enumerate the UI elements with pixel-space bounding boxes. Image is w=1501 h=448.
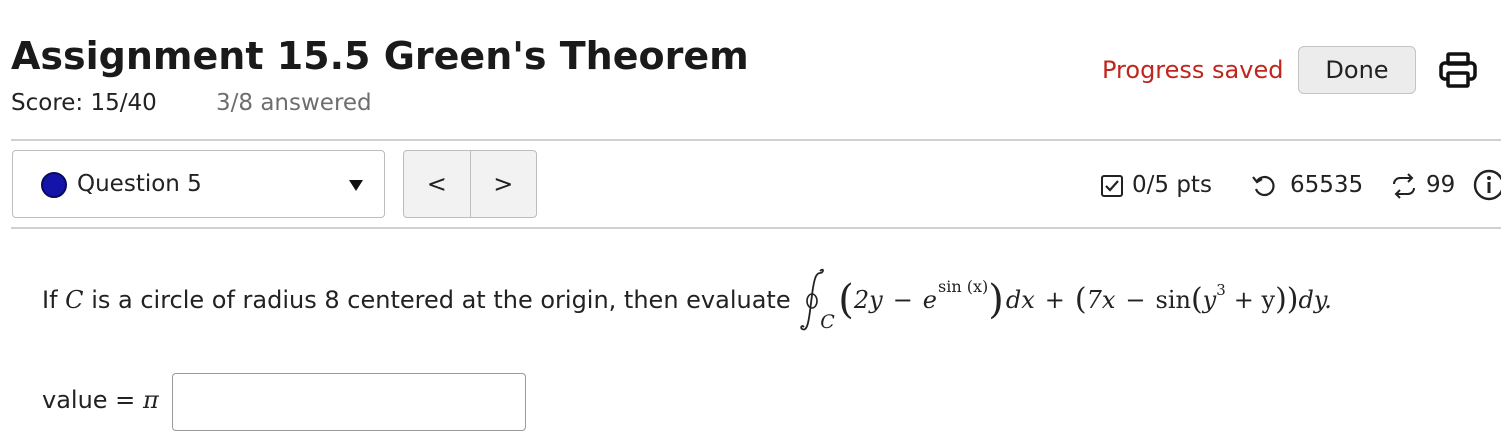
- right-paren-3: ): [1275, 282, 1287, 317]
- retries-count: 65535: [1290, 172, 1364, 198]
- line-integral-expression: C ( 2y − e sin (x) ) dx + ( 7x − sin ( y…: [798, 265, 1332, 335]
- score-text: Score: 15/40: [11, 90, 157, 116]
- dropdown-caret-icon: [349, 180, 363, 191]
- sin-function: sin: [1155, 286, 1191, 314]
- done-button[interactable]: Done: [1298, 46, 1416, 94]
- left-paren-2: (: [1074, 282, 1087, 317]
- curve-variable: C: [65, 286, 84, 314]
- exp-base: e: [922, 286, 937, 314]
- answer-input[interactable]: [172, 373, 526, 431]
- attempts-count: 99: [1426, 172, 1456, 198]
- y-variable: y: [1202, 286, 1217, 314]
- assignment-title: Assignment 15.5 Green's Theorem: [11, 34, 749, 78]
- contour-integral-symbol: C: [798, 265, 835, 335]
- question-selector-label: Question 5: [77, 171, 202, 197]
- right-paren-2: ): [1286, 282, 1299, 317]
- points-text: 0/5 pts: [1132, 172, 1212, 198]
- next-question-button[interactable]: >: [471, 151, 537, 217]
- minus-sign-2: −: [1125, 286, 1146, 314]
- progress-saved-status: Progress saved: [1102, 56, 1284, 84]
- cube-exponent: 3: [1216, 281, 1226, 299]
- question-if: If: [42, 286, 58, 314]
- dx: dx: [1005, 286, 1035, 314]
- question-nav-group: < >: [403, 150, 537, 218]
- exponent: sin (x): [938, 276, 989, 296]
- dy: dy.: [1298, 286, 1332, 314]
- question-statement: is a circle of radius 8 centered at the …: [91, 286, 791, 314]
- info-icon[interactable]: [1472, 168, 1501, 202]
- answer-label: value =: [42, 386, 136, 414]
- question-status-dot: [41, 172, 67, 198]
- header-divider: [11, 139, 1501, 141]
- right-paren-1: ): [988, 277, 1004, 323]
- question-selector[interactable]: Question 5: [12, 150, 385, 218]
- minus-sign: −: [892, 286, 913, 314]
- term-7x: 7x: [1086, 286, 1116, 314]
- retry-icon: [1251, 173, 1277, 199]
- integral-subscript: C: [820, 311, 835, 333]
- plus-y: + y: [1233, 286, 1276, 314]
- question-text: If C is a circle of radius 8 centered at…: [42, 260, 1332, 340]
- answered-count: 3/8 answered: [216, 90, 372, 116]
- left-paren-3: (: [1190, 282, 1203, 317]
- previous-question-button[interactable]: <: [404, 151, 471, 217]
- checkbox-icon: [1100, 174, 1124, 198]
- attempts-icon: [1390, 173, 1418, 199]
- print-icon[interactable]: [1438, 52, 1478, 88]
- left-paren-1: (: [838, 277, 854, 323]
- nav-divider: [11, 227, 1501, 229]
- plus-sign: +: [1044, 286, 1065, 314]
- pi-symbol: π: [142, 386, 159, 414]
- answer-label-group: value = π: [42, 386, 159, 414]
- term-2y: 2y: [853, 286, 883, 314]
